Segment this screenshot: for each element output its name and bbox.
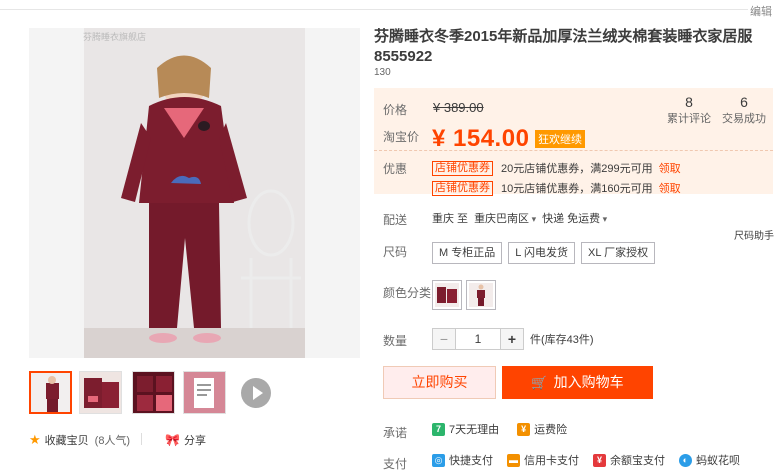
size-option-xl[interactable]: XL 厂家授权	[581, 242, 656, 264]
coupon-row-2: 店铺优惠券 10元店铺优惠券，满160元可用 领取	[432, 180, 681, 196]
review-count: 8	[685, 94, 693, 110]
favorite-count: (8人气)	[94, 435, 131, 447]
payment-label: 支付	[383, 457, 408, 471]
coupon-claim-link[interactable]: 领取	[659, 160, 681, 176]
payment-item[interactable]: ◎ 快捷支付	[432, 452, 493, 468]
review-label: 累计评论	[667, 113, 711, 125]
share-button[interactable]: 🎀 分享	[165, 432, 206, 448]
coupon-tag: 店铺优惠券	[432, 180, 493, 196]
buy-now-button[interactable]: 立即购买	[383, 366, 496, 399]
taobao-price-label: 淘宝价	[383, 130, 420, 144]
promise-text: 7天无理由	[449, 424, 500, 436]
quantity-input[interactable]: 1	[456, 328, 500, 350]
coupon-tag: 店铺优惠券	[432, 160, 493, 176]
payment-text: 信用卡支付	[524, 455, 579, 467]
coupon-text: 10元店铺优惠券，满160元可用	[501, 183, 653, 195]
share-label: 分享	[183, 435, 206, 447]
sales-count: 6	[740, 94, 748, 110]
size-helper-link[interactable]: 尺码助手	[734, 227, 774, 242]
stock-text: 件(库存43件)	[530, 334, 594, 346]
payment-item[interactable]: ¥ 余额宝支付	[593, 452, 665, 468]
thumbnail-4[interactable]	[183, 371, 226, 414]
ship-destination-dropdown[interactable]: 重庆巴南区	[474, 210, 536, 226]
color-option-2[interactable]	[466, 280, 496, 310]
coupon-row-1: 店铺优惠券 20元店铺优惠券，满299元可用 领取	[432, 160, 681, 176]
favorite-label: 收藏宝贝	[44, 435, 89, 447]
ship-method-dropdown[interactable]: 快递 免运费	[542, 210, 607, 226]
main-product-image[interactable]: 芬腾睡衣旗舰店	[29, 28, 360, 358]
size-options: M 专柜正品 L 闪电发货 XL 厂家授权	[432, 242, 656, 264]
action-separator	[141, 433, 142, 445]
watermark-text: 芬腾睡衣旗舰店	[83, 32, 147, 42]
video-play-button[interactable]	[241, 378, 271, 408]
add-to-cart-button[interactable]: 🛒 加入购物车	[502, 366, 653, 399]
payment-item[interactable]: ▬ 信用卡支付	[507, 452, 579, 468]
payment-list: ◎ 快捷支付 ▬ 信用卡支付 ¥ 余额宝支付 ◐ 蚂蚁花呗	[432, 452, 740, 468]
add-to-cart-label: 加入购物车	[553, 374, 624, 390]
edit-link[interactable]: 编辑	[750, 3, 772, 19]
product-photo	[29, 28, 360, 358]
insurance-icon: ¥	[517, 422, 531, 436]
play-icon	[253, 386, 263, 400]
price-panel: 价格 ¥ 389.00 淘宝价 ¥ 154.00 狂欢继续 8 累计评论 6 交…	[374, 88, 773, 196]
size-option-l[interactable]: L 闪电发货	[508, 242, 575, 264]
size-label: 尺码	[383, 245, 408, 259]
size-option-m[interactable]: M 专柜正品	[432, 242, 503, 264]
review-stat[interactable]: 8 累计评论	[667, 94, 711, 126]
promo-badge: 狂欢继续	[535, 130, 585, 148]
price-label: 价格	[383, 103, 408, 117]
credit-card-icon: ▬	[507, 453, 520, 467]
share-icon: 🎀	[165, 433, 180, 447]
shipping-info: 重庆 至 重庆巴南区 快递 免运费	[432, 210, 607, 226]
quantity-increase-button[interactable]: +	[500, 328, 524, 350]
payment-text: 蚂蚁花呗	[696, 455, 740, 467]
thumbnail-1[interactable]	[29, 371, 72, 414]
promise-label: 承诺	[383, 426, 408, 440]
payment-text: 快捷支付	[449, 455, 493, 467]
price-divider	[374, 150, 773, 151]
payment-item[interactable]: ◐ 蚂蚁花呗	[679, 452, 740, 468]
cart-icon: 🛒	[531, 375, 548, 390]
coupon-label: 优惠	[383, 162, 408, 176]
huabei-icon: ◐	[679, 453, 692, 467]
ship-from: 重庆 至	[432, 213, 469, 225]
coupon-text: 20元店铺优惠券，满299元可用	[501, 163, 653, 175]
thumbnail-2[interactable]	[79, 371, 122, 414]
favorite-button[interactable]: ★ 收藏宝贝 (8人气)	[29, 432, 130, 448]
top-divider	[0, 9, 748, 10]
star-icon: ★	[29, 432, 41, 447]
promise-item[interactable]: ¥ 运费险	[517, 421, 567, 437]
thumbnail-3[interactable]	[132, 371, 175, 414]
color-options	[432, 280, 496, 310]
seven-day-icon: 7	[432, 422, 445, 436]
quantity-label: 数量	[383, 334, 408, 348]
quantity-stepper: − 1 + 件(库存43件)	[432, 328, 594, 350]
quantity-decrease-button[interactable]: −	[432, 328, 456, 350]
shipping-label: 配送	[383, 213, 408, 227]
current-price: ¥ 154.00	[432, 125, 530, 152]
color-option-1[interactable]	[432, 280, 462, 310]
coupon-claim-link[interactable]: 领取	[659, 180, 681, 196]
promise-list: 7 7天无理由 ¥ 运费险	[432, 421, 567, 437]
product-code: 130	[374, 67, 391, 78]
quickpay-icon: ◎	[432, 453, 445, 467]
product-title: 芬腾睡衣冬季2015年新品加厚法兰绒夹棉套装睡衣家居服8555922	[374, 28, 753, 65]
sales-stat: 6 交易成功	[722, 94, 766, 126]
payment-text: 余额宝支付	[610, 455, 665, 467]
sales-label: 交易成功	[722, 113, 766, 125]
promise-item[interactable]: 7 7天无理由	[432, 421, 499, 437]
original-price: ¥ 389.00	[433, 100, 484, 115]
color-label: 颜色分类	[383, 286, 432, 300]
promise-text: 运费险	[534, 424, 568, 436]
yuebao-icon: ¥	[593, 453, 606, 467]
